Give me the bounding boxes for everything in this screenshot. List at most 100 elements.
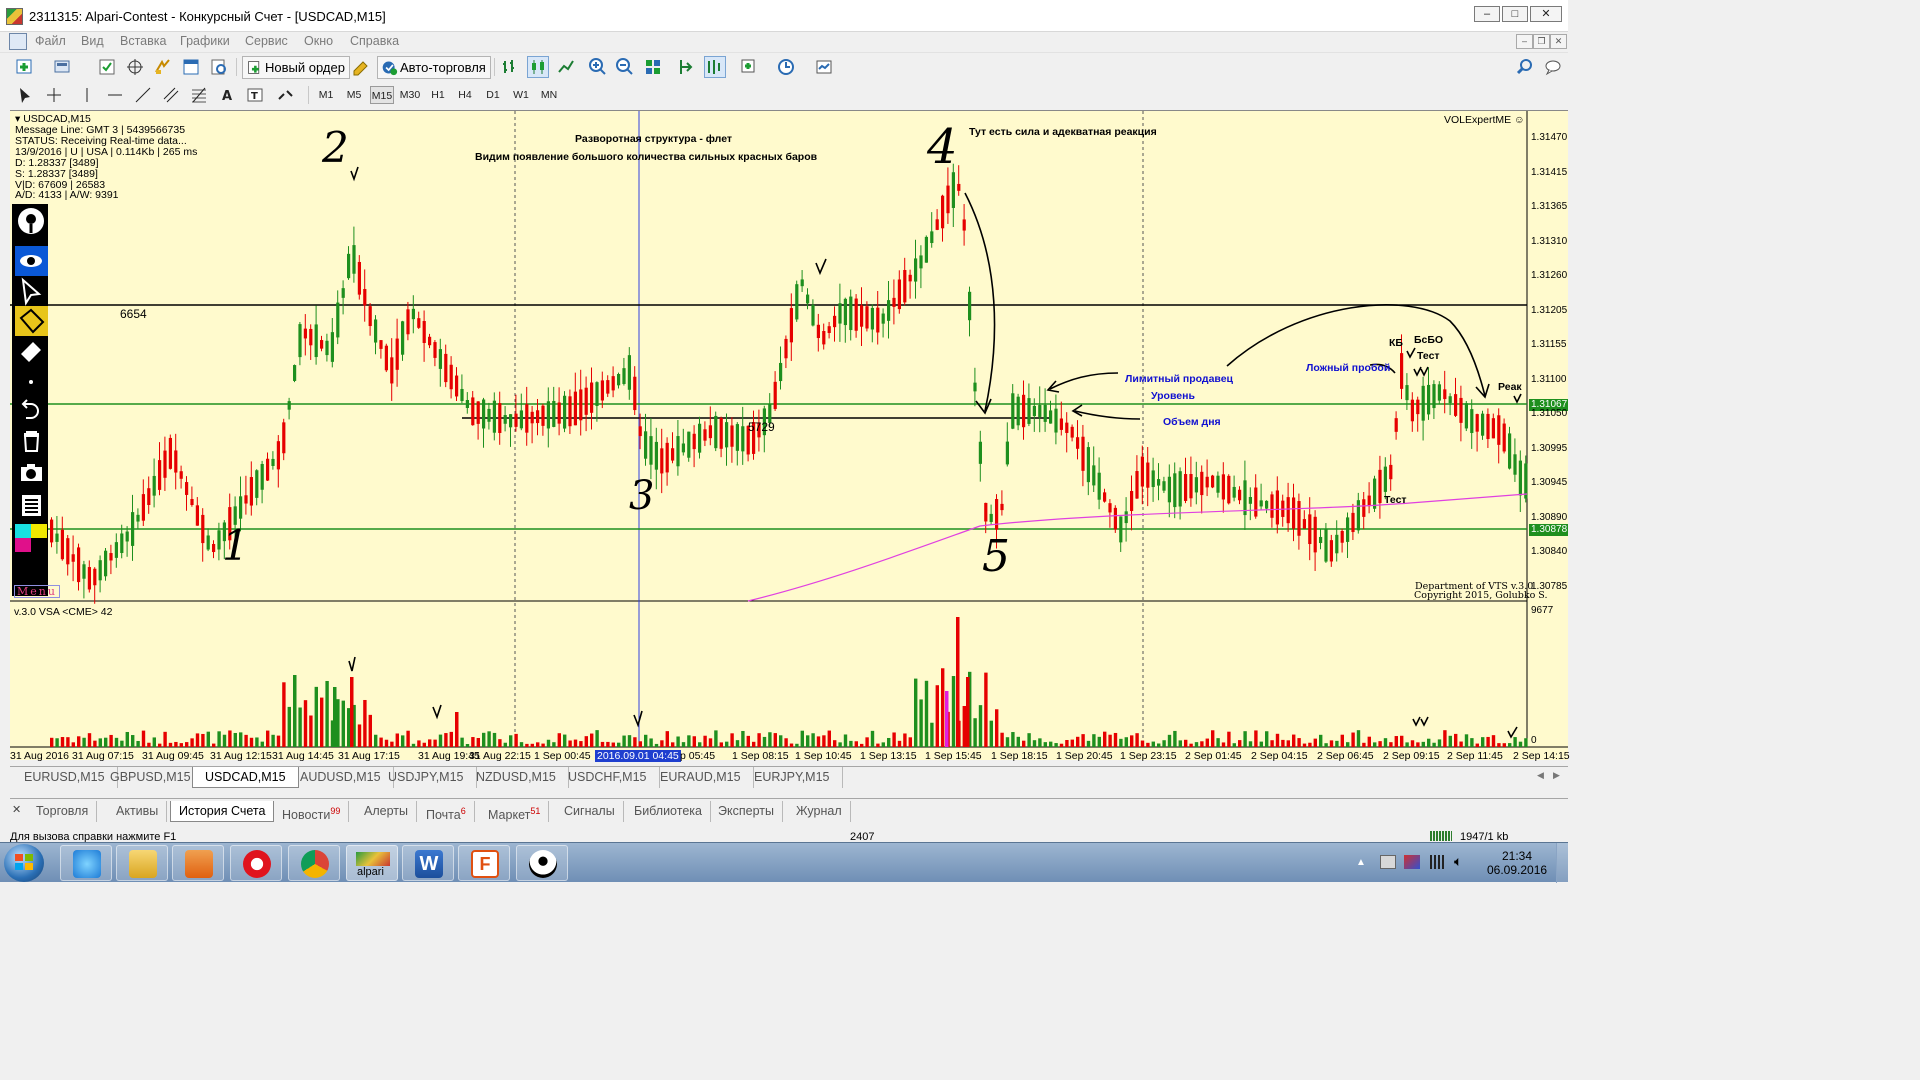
color-swatch-cyan[interactable] xyxy=(15,524,31,538)
text-label-icon[interactable]: T xyxy=(244,84,266,106)
taskbar-word[interactable]: W xyxy=(402,845,454,881)
chart-tab-euraud[interactable]: EURAUD,M15 xyxy=(648,767,754,788)
network-icon[interactable] xyxy=(1430,855,1446,869)
vts-menu-label[interactable]: Menu xyxy=(14,585,60,598)
tester-icon[interactable] xyxy=(208,56,230,78)
menu-file[interactable]: Файл xyxy=(35,34,66,48)
terminal-icon[interactable] xyxy=(180,56,202,78)
tray-monitor-icon[interactable] xyxy=(1380,855,1396,869)
line-chart-icon[interactable] xyxy=(555,56,577,78)
timeframe-w1[interactable]: W1 xyxy=(509,86,533,104)
timeframe-m30[interactable]: M30 xyxy=(398,86,422,104)
taskbar-vts[interactable] xyxy=(516,845,568,881)
auto-scroll-icon[interactable] xyxy=(704,56,726,78)
maximize-button[interactable]: □ xyxy=(1502,6,1528,22)
taskbar-chrome[interactable] xyxy=(288,845,340,881)
trash-icon[interactable] xyxy=(15,426,48,456)
new-chart-icon[interactable] xyxy=(14,56,36,78)
eraser-icon[interactable] xyxy=(15,336,48,366)
taskbar-fx[interactable]: F xyxy=(458,845,510,881)
eye-icon[interactable] xyxy=(15,246,48,276)
mdi-restore-button[interactable]: ❐ xyxy=(1533,34,1550,49)
taskbar-media-player[interactable] xyxy=(172,845,224,881)
pointer-icon[interactable] xyxy=(15,276,48,306)
camera-icon[interactable] xyxy=(15,458,48,488)
menu-view[interactable]: Вид xyxy=(81,34,104,48)
color-swatch-magenta[interactable] xyxy=(15,538,31,552)
system-clock[interactable]: 21:34 06.09.2016 xyxy=(1487,849,1547,877)
tray-app-icon[interactable] xyxy=(1404,855,1420,869)
cursor-icon[interactable] xyxy=(14,84,36,106)
templates-icon[interactable] xyxy=(813,56,835,78)
show-hidden-icons-button[interactable]: ▲ xyxy=(1356,857,1366,868)
crosshair-icon[interactable] xyxy=(124,56,146,78)
taskbar-internet-explorer[interactable] xyxy=(60,845,112,881)
terminal-tab[interactable]: Новости99 xyxy=(274,801,350,822)
color-swatch-black[interactable] xyxy=(31,538,47,552)
taskbar-explorer[interactable] xyxy=(116,845,168,881)
terminal-tab[interactable]: Маркет51 xyxy=(480,801,550,822)
taskbar-alpari[interactable]: alpari xyxy=(346,845,398,881)
channel-icon[interactable] xyxy=(160,84,182,106)
text-icon[interactable]: A xyxy=(216,84,238,106)
chart-shift-icon[interactable] xyxy=(676,56,698,78)
show-desktop-button[interactable] xyxy=(1556,843,1568,883)
fibonacci-icon[interactable] xyxy=(188,84,210,106)
dot-icon[interactable] xyxy=(15,366,48,396)
terminal-tab[interactable]: Журнал xyxy=(788,801,851,822)
horizontal-line-icon[interactable] xyxy=(104,84,126,106)
chart-canvas[interactable] xyxy=(10,111,1568,761)
list-icon[interactable] xyxy=(15,490,48,520)
terminal-close-button[interactable]: ✕ xyxy=(12,803,21,816)
undo-icon[interactable] xyxy=(15,394,48,424)
terminal-tab[interactable]: Активы xyxy=(108,801,168,822)
bar-chart-icon[interactable] xyxy=(499,56,521,78)
timeframe-h1[interactable]: H1 xyxy=(426,86,450,104)
profiles-icon[interactable] xyxy=(52,56,74,78)
indicators-icon[interactable] xyxy=(738,56,760,78)
terminal-tab[interactable]: Библиотека xyxy=(626,801,711,822)
new-order-button[interactable]: Новый ордер xyxy=(242,56,350,79)
candlestick-chart-icon[interactable] xyxy=(527,56,549,78)
tag-icon[interactable] xyxy=(15,306,48,336)
timeframe-h4[interactable]: H4 xyxy=(453,86,477,104)
start-button[interactable] xyxy=(4,844,44,882)
price-chart[interactable]: ▾ USDCAD,M15 Message Line: GMT 3 | 54395… xyxy=(10,110,1570,762)
navigator-icon[interactable] xyxy=(152,56,174,78)
terminal-tab[interactable]: История Счета xyxy=(170,801,275,822)
chat-icon[interactable] xyxy=(1542,56,1564,78)
color-swatch-yellow[interactable] xyxy=(31,524,47,538)
market-watch-icon[interactable] xyxy=(96,56,118,78)
chart-tab-nzdusd[interactable]: NZDUSD,M15 xyxy=(464,767,569,788)
trendline-icon[interactable] xyxy=(132,84,154,106)
menu-tools[interactable]: Сервис xyxy=(245,34,288,48)
terminal-tab[interactable]: Алерты xyxy=(356,801,417,822)
timeframe-m5[interactable]: M5 xyxy=(342,86,366,104)
volume-icon[interactable]: 🔈︎ xyxy=(1454,853,1462,870)
crosshair-tool-icon[interactable] xyxy=(43,84,65,106)
menu-window[interactable]: Окно xyxy=(304,34,333,48)
minimize-button[interactable]: – xyxy=(1474,6,1500,22)
taskbar-opera[interactable] xyxy=(230,845,282,881)
arrows-icon[interactable] xyxy=(274,84,296,106)
chart-tab-usdjpy[interactable]: USDJPY,M15 xyxy=(376,767,477,788)
mdi-minimize-button[interactable]: – xyxy=(1516,34,1533,49)
menu-insert[interactable]: Вставка xyxy=(120,34,166,48)
tile-windows-icon[interactable] xyxy=(642,56,664,78)
terminal-tab[interactable]: Почта6 xyxy=(418,801,475,822)
timeframe-m1[interactable]: M1 xyxy=(314,86,338,104)
timeframe-d1[interactable]: D1 xyxy=(481,86,505,104)
chart-tab-usdcad[interactable]: USDCAD,M15 xyxy=(192,767,299,788)
vts-logo-icon[interactable] xyxy=(15,206,48,236)
terminal-tab[interactable]: Сигналы xyxy=(556,801,624,822)
zoom-out-icon[interactable] xyxy=(614,56,636,78)
vertical-line-icon[interactable] xyxy=(76,84,98,106)
chart-document-icon[interactable] xyxy=(9,33,27,50)
search-icon[interactable] xyxy=(1514,56,1536,78)
terminal-tab[interactable]: Торговля xyxy=(28,801,98,822)
mdi-close-button[interactable]: ✕ xyxy=(1550,34,1567,49)
menu-charts[interactable]: Графики xyxy=(180,34,230,48)
chart-tab-eurjpy[interactable]: EURJPY,M15 xyxy=(742,767,843,788)
chart-tab-gbpusd[interactable]: GBPUSD,M15 xyxy=(98,767,204,788)
metaeditor-icon[interactable] xyxy=(350,56,372,78)
